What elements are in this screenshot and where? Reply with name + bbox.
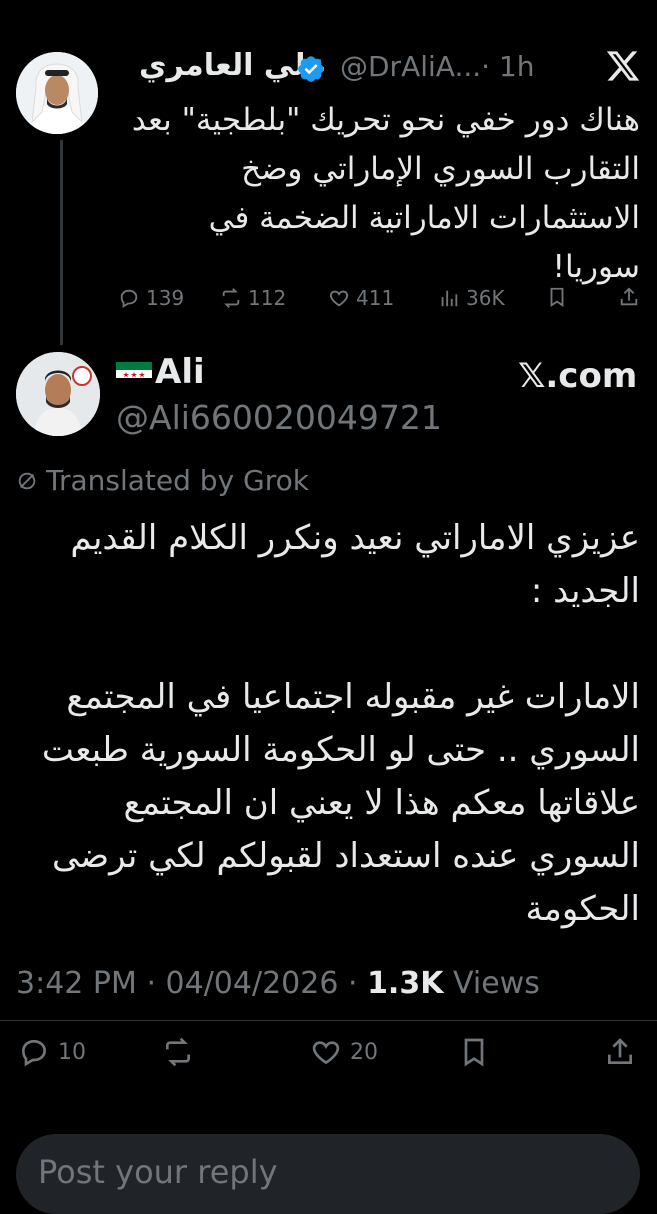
meta-separator: ·	[347, 966, 368, 1001]
thread-line	[60, 140, 63, 345]
tweet-date[interactable]: 04/04/2026	[166, 966, 339, 1001]
reply-icon	[21, 1039, 47, 1067]
quoted-handle[interactable]: @DrAliA...	[340, 50, 481, 83]
views-label: Views	[453, 966, 540, 1001]
quoted-tweet-text: هناك دور خفي نحو تحريك "بلطجية" بعد التق…	[131, 102, 640, 285]
syrian-flag-icon	[116, 362, 152, 386]
meta-separator: ·	[146, 966, 166, 1001]
reply-button[interactable]: 10	[18, 1036, 86, 1068]
translate-icon	[18, 472, 36, 489]
quoted-repost-button[interactable]: 112	[220, 286, 286, 310]
quoted-handle-time[interactable]: @DrAliA...· 1h	[340, 50, 535, 83]
like-button[interactable]: 20	[310, 1036, 378, 1068]
repost-button[interactable]	[162, 1036, 194, 1068]
verified-badge-icon	[298, 56, 324, 82]
bookmark-icon	[550, 287, 564, 307]
author-avatar[interactable]	[16, 352, 100, 436]
quoted-time: · 1h	[481, 50, 535, 83]
views-icon	[441, 290, 458, 307]
author-name[interactable]: Ali	[155, 352, 205, 392]
share-icon	[620, 287, 638, 306]
tweet-meta: 3:42 PM · 04/04/2026 · 1.3K Views	[16, 966, 540, 1001]
x-logo-icon[interactable]	[605, 48, 641, 84]
source-watermark: 𝕏.com	[518, 356, 638, 396]
quoted-reply-button[interactable]: 139	[118, 286, 184, 310]
quoted-bookmark-button[interactable]	[546, 286, 568, 308]
reply-icon	[120, 289, 138, 308]
reply-placeholder: Post your reply	[38, 1153, 278, 1191]
repost-icon	[166, 1037, 190, 1067]
tweet-text: عزيزي الاماراتي نعيد ونكرر الكلام القديم…	[41, 518, 640, 929]
quoted-views-button[interactable]: 36K	[438, 286, 505, 310]
repost-icon	[222, 288, 240, 308]
divider	[0, 1020, 657, 1021]
heart-icon	[329, 290, 349, 307]
author-handle[interactable]: @Ali660020049721	[116, 398, 442, 437]
bookmark-button[interactable]	[458, 1036, 490, 1068]
tweet-time[interactable]: 3:42 PM	[16, 966, 137, 1001]
quoted-like-button[interactable]: 411	[328, 286, 394, 310]
views-count: 1.3K	[367, 966, 444, 1001]
bookmark-icon	[464, 1038, 484, 1067]
quoted-action-bar: 139 112 411 36K	[112, 286, 642, 316]
translated-label[interactable]: Translated by Grok	[16, 464, 309, 497]
share-button[interactable]	[604, 1036, 636, 1068]
quoted-avatar[interactable]	[16, 52, 98, 134]
tweet-action-bar: 10 20	[16, 1036, 640, 1076]
quoted-share-button[interactable]	[618, 286, 640, 308]
heart-icon	[312, 1041, 340, 1065]
share-icon	[608, 1038, 632, 1064]
